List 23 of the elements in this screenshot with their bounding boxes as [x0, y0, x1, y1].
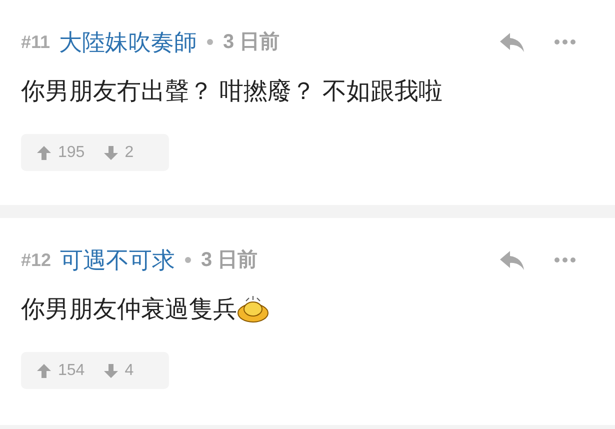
upvote-button[interactable]: 154: [36, 358, 85, 382]
author-link[interactable]: 可遇不可求: [60, 242, 176, 278]
author-link[interactable]: 大陸妹吹奏師: [59, 24, 198, 60]
comment-number: #11: [21, 30, 50, 54]
downvote-button[interactable]: 4: [102, 358, 134, 382]
up-arrow-icon: [36, 362, 52, 378]
post-time: 3 日前: [201, 248, 258, 273]
down-arrow-icon: [102, 362, 119, 378]
emoticon-icon: [237, 296, 269, 324]
reply-icon: [499, 32, 525, 52]
up-arrow-icon: [36, 144, 52, 160]
reply-icon: [499, 250, 525, 270]
reply-button[interactable]: [498, 30, 526, 54]
more-icon: [554, 39, 576, 45]
down-arrow-icon: [102, 144, 119, 160]
comment-text: 你男朋友冇出聲？ 咁撚廢？ 不如跟我啦: [21, 77, 442, 107]
upvote-button[interactable]: 195: [36, 140, 85, 164]
comment-number: #12: [21, 248, 52, 272]
more-icon: [554, 257, 576, 263]
reply-button[interactable]: [498, 248, 526, 272]
post-time: 3 日前: [223, 30, 280, 55]
comment-text: 你男朋友仲衰過隻兵: [21, 295, 237, 325]
downvote-button[interactable]: 2: [102, 140, 134, 164]
